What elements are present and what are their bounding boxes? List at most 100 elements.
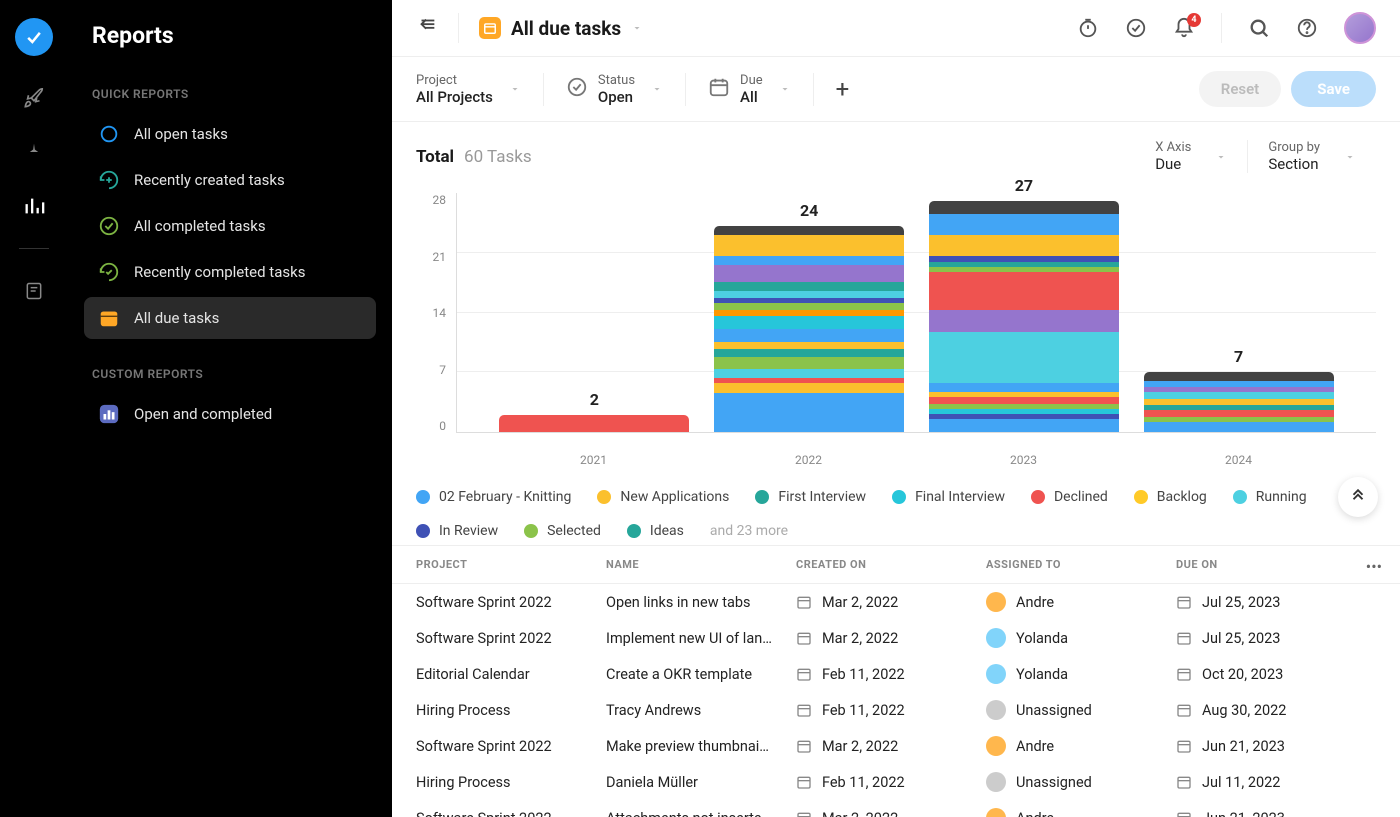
custom-reports-header: CUSTOM REPORTS (92, 367, 376, 381)
legend-item[interactable]: Ideas (627, 523, 684, 539)
calendar-icon (1176, 738, 1192, 754)
avatar (986, 592, 1006, 612)
avatar (986, 628, 1006, 648)
avatar (986, 772, 1006, 792)
calendar-icon (1176, 810, 1192, 817)
sidebar-item[interactable]: All open tasks (84, 113, 376, 155)
page-title-group[interactable]: All due tasks (479, 17, 643, 40)
chart: 28211470 224277 (416, 193, 1376, 453)
calendar-icon (796, 702, 812, 718)
chart-bar[interactable]: 2 (499, 390, 689, 432)
table-row[interactable]: Software Sprint 2022Make preview thumbna… (392, 728, 1400, 764)
collapse-sidebar-icon[interactable] (416, 15, 438, 41)
pin-icon[interactable] (22, 140, 46, 164)
table-row[interactable]: Hiring ProcessDaniela MüllerFeb 11, 2022… (392, 764, 1400, 800)
sidebar-item[interactable]: Recently completed tasks (84, 251, 376, 293)
table-row[interactable]: Software Sprint 2022Implement new UI of … (392, 620, 1400, 656)
legend-item[interactable]: Declined (1031, 489, 1108, 505)
avatar[interactable] (1344, 12, 1376, 44)
sidebar-item-label: Recently created tasks (134, 171, 285, 189)
groupby-control[interactable]: Group by Section (1247, 140, 1376, 173)
sidebar-title: Reports (84, 22, 376, 49)
legend-item[interactable]: New Applications (597, 489, 729, 505)
chevron-down-icon (651, 83, 663, 95)
reports-icon[interactable] (22, 194, 46, 218)
rocket-icon[interactable] (22, 86, 46, 110)
sidebar-item-label: Recently completed tasks (134, 263, 305, 281)
xtick: 2024 (1131, 453, 1346, 467)
legend-more[interactable]: and 23 more (710, 523, 788, 539)
xtick: 2023 (916, 453, 1131, 467)
quick-reports-header: QUICK REPORTS (92, 87, 376, 101)
chevron-down-icon (1344, 151, 1356, 163)
ytick: 0 (416, 419, 456, 433)
filter-project[interactable]: Project All Projects (416, 73, 544, 106)
total-value: 60 Tasks (464, 147, 532, 167)
check-circle-icon[interactable] (1125, 17, 1147, 39)
app-logo[interactable] (15, 18, 53, 56)
ytick: 28 (416, 193, 456, 207)
chart-bar[interactable]: 24 (714, 201, 904, 432)
table-row[interactable]: Software Sprint 2022Open links in new ta… (392, 584, 1400, 620)
avatar (986, 808, 1006, 817)
avatar (986, 736, 1006, 756)
task-table: PROJECT NAME CREATED ON ASSIGNED TO DUE … (392, 545, 1400, 817)
xtick: 2021 (486, 453, 701, 467)
legend-item[interactable]: Selected (524, 523, 601, 539)
table-row[interactable]: Hiring ProcessTracy AndrewsFeb 11, 2022U… (392, 692, 1400, 728)
calendar-icon (1176, 774, 1192, 790)
table-more-icon[interactable]: ••• (1366, 557, 1382, 576)
icon-rail (0, 0, 68, 817)
calendar-icon (1176, 666, 1192, 682)
notification-badge: 4 (1187, 13, 1201, 27)
search-icon[interactable] (1248, 17, 1270, 39)
legend-item[interactable]: Final Interview (892, 489, 1005, 505)
calendar-icon (98, 307, 120, 329)
main: All due tasks 4 Project All Projects (392, 0, 1400, 817)
sidebar-item[interactable]: All due tasks (84, 297, 376, 339)
ytick: 21 (416, 250, 456, 264)
timer-icon[interactable] (1077, 17, 1099, 39)
sidebar-item-label: Open and completed (134, 405, 272, 423)
calendar-icon (796, 810, 812, 817)
legend-item[interactable]: 02 February - Knitting (416, 489, 571, 505)
calendar-icon (708, 76, 730, 102)
sidebar-item-label: All completed tasks (134, 217, 266, 235)
chevron-down-icon (631, 22, 643, 34)
chart-bar[interactable]: 7 (1144, 347, 1334, 432)
save-button[interactable]: Save (1291, 71, 1376, 107)
sidebar-item[interactable]: All completed tasks (84, 205, 376, 247)
filter-status[interactable]: Status Open (544, 73, 686, 106)
scroll-top-button[interactable] (1338, 477, 1378, 517)
xaxis-control[interactable]: X Axis Due (1135, 140, 1247, 173)
calendar-icon (1176, 630, 1192, 646)
calendar-icon (796, 594, 812, 610)
add-filter-button[interactable]: + (814, 75, 872, 103)
calendar-icon (479, 17, 501, 39)
sidebar-item-label: All due tasks (134, 309, 219, 327)
avatar (986, 700, 1006, 720)
table-row[interactable]: Editorial CalendarCreate a OKR templateF… (392, 656, 1400, 692)
help-icon[interactable] (1296, 17, 1318, 39)
reset-button[interactable]: Reset (1199, 71, 1281, 107)
ytick: 7 (416, 363, 456, 377)
notes-icon[interactable] (22, 279, 46, 303)
chevron-down-icon (779, 83, 791, 95)
calendar-icon (1176, 594, 1192, 610)
sidebar-item-label: All open tasks (134, 125, 228, 143)
chart-bar[interactable]: 27 (929, 176, 1119, 432)
filters-bar: Project All Projects Status Open Due All… (392, 57, 1400, 122)
legend-item[interactable]: Running (1233, 489, 1307, 505)
chart-legend: 02 February - Knitting New Applications Fi… (392, 475, 1400, 545)
filter-due[interactable]: Due All (686, 73, 814, 106)
circle-icon (98, 123, 120, 145)
table-row[interactable]: Software Sprint 2022Attachments not inse… (392, 800, 1400, 817)
legend-item[interactable]: Backlog (1134, 489, 1207, 505)
sidebar-item[interactable]: Recently created tasks (84, 159, 376, 201)
legend-item[interactable]: First Interview (755, 489, 866, 505)
rail-divider (19, 248, 49, 249)
bell-icon[interactable]: 4 (1173, 17, 1195, 39)
calendar-icon (796, 630, 812, 646)
sidebar-item[interactable]: Open and completed (84, 393, 376, 435)
legend-item[interactable]: In Review (416, 523, 498, 539)
